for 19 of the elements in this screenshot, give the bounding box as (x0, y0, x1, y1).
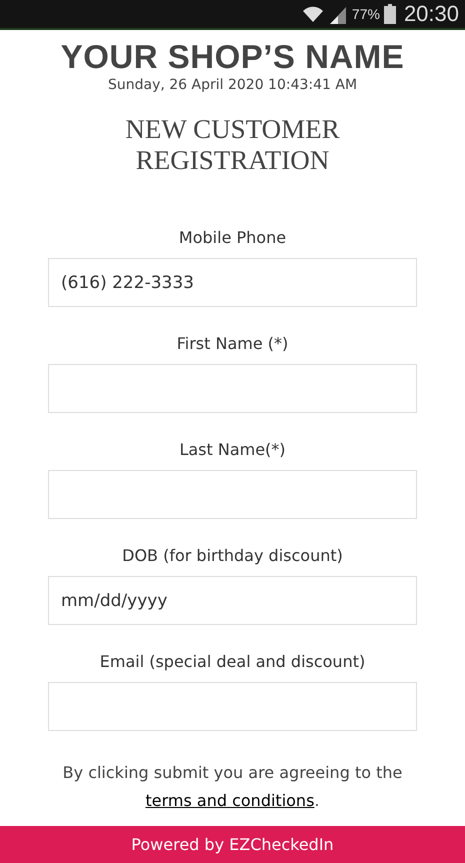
input-field[interactable] (48, 470, 417, 519)
field-label: Email (special deal and discount) (100, 652, 366, 672)
battery-percent: 77% (352, 6, 380, 22)
field-label: Last Name(*) (179, 440, 286, 460)
clock-time: 20:30 (404, 1, 459, 27)
page-heading: NEW CUSTOMER REGISTRATION (124, 114, 341, 176)
field-label: DOB (for birthday discount) (122, 546, 343, 566)
input-field[interactable] (48, 364, 417, 413)
field-label: First Name (*) (176, 334, 288, 354)
footer-bar: Powered by EZCheckedIn (0, 826, 465, 863)
input-field[interactable]: mm/dd/yyyy (48, 576, 417, 625)
input-field[interactable]: (616) 222-3333 (48, 258, 417, 307)
battery-icon (384, 4, 396, 24)
terms-notice: By clicking submit you are agreeing to the terms and conditions. (62, 762, 404, 812)
terms-link[interactable]: terms and conditions (145, 791, 314, 810)
date-time: Sunday, 26 April 2020 10:43:41 AM (108, 76, 358, 94)
field-label: Mobile Phone (178, 228, 286, 248)
input-field[interactable] (48, 682, 417, 731)
shop-name: YOUR SHOP’S NAME (60, 38, 404, 76)
